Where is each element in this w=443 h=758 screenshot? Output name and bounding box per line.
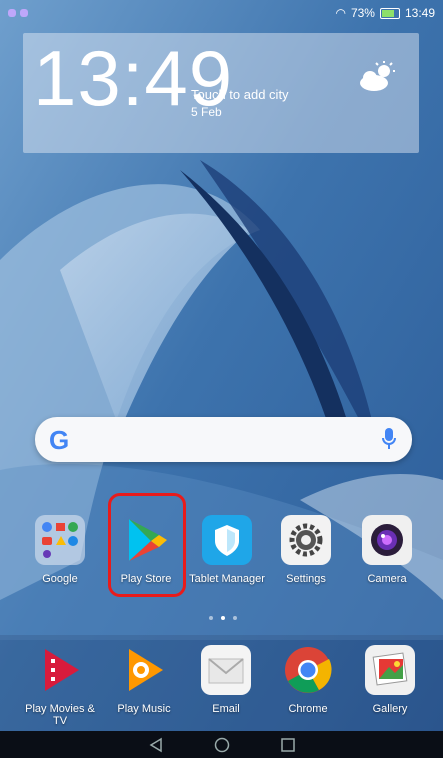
camera-icon (362, 515, 412, 565)
app-play-movies[interactable]: Play Movies & TV (20, 645, 100, 727)
notification-icon (8, 9, 16, 17)
battery-icon (379, 7, 400, 19)
play-store-highlight (108, 493, 186, 597)
app-label: Settings (286, 573, 326, 585)
email-icon (201, 645, 251, 695)
app-label: Camera (367, 573, 407, 585)
page-dot (233, 616, 237, 620)
widget-date: 5 Feb (191, 105, 222, 119)
status-bar: ◠ 73% 13:49 (0, 0, 443, 26)
app-label: Chrome (288, 703, 328, 715)
back-icon[interactable] (148, 737, 164, 753)
app-label: Play Music (117, 703, 171, 715)
google-search-bar[interactable]: G (35, 417, 412, 462)
settings-icon (281, 515, 331, 565)
app-settings[interactable]: Settings (266, 515, 346, 585)
chrome-icon (283, 645, 333, 695)
battery-percent: 73% (350, 6, 375, 20)
partly-cloudy-icon (360, 61, 395, 91)
status-time: 13:49 (404, 6, 435, 20)
google-logo: G (49, 425, 70, 455)
app-email[interactable]: Email (186, 645, 266, 715)
navigation-bar (0, 731, 443, 758)
recents-icon[interactable] (280, 737, 296, 753)
app-chrome[interactable]: Chrome (268, 645, 348, 715)
notification-icon (20, 9, 28, 17)
wifi-icon: ◠ (335, 6, 346, 20)
page-dot (209, 616, 213, 620)
add-city-link[interactable]: Touch to add city (191, 87, 289, 102)
page-indicator (209, 616, 237, 620)
app-gallery[interactable]: Gallery (350, 645, 430, 715)
app-label: Google (42, 573, 78, 585)
microphone-icon[interactable] (382, 428, 396, 450)
app-label: Play Movies & TV (25, 703, 95, 727)
google-folder-icon (35, 515, 85, 565)
page-dot-active (221, 616, 225, 620)
app-label: Email (212, 703, 240, 715)
app-google-folder[interactable]: Google (20, 515, 100, 585)
play-music-icon (119, 645, 169, 695)
app-label: Gallery (372, 703, 408, 715)
play-movies-icon (35, 645, 85, 695)
app-label: Tablet Manager (189, 573, 265, 585)
tablet-manager-icon (202, 515, 252, 565)
app-camera[interactable]: Camera (347, 515, 427, 585)
clock-weather-widget[interactable]: 13:49 Touch to add city 5 Feb (23, 33, 419, 153)
app-tablet-manager[interactable]: Tablet Manager (187, 515, 267, 585)
app-play-music[interactable]: Play Music (104, 645, 184, 715)
home-icon[interactable] (214, 737, 230, 753)
gallery-icon (365, 645, 415, 695)
